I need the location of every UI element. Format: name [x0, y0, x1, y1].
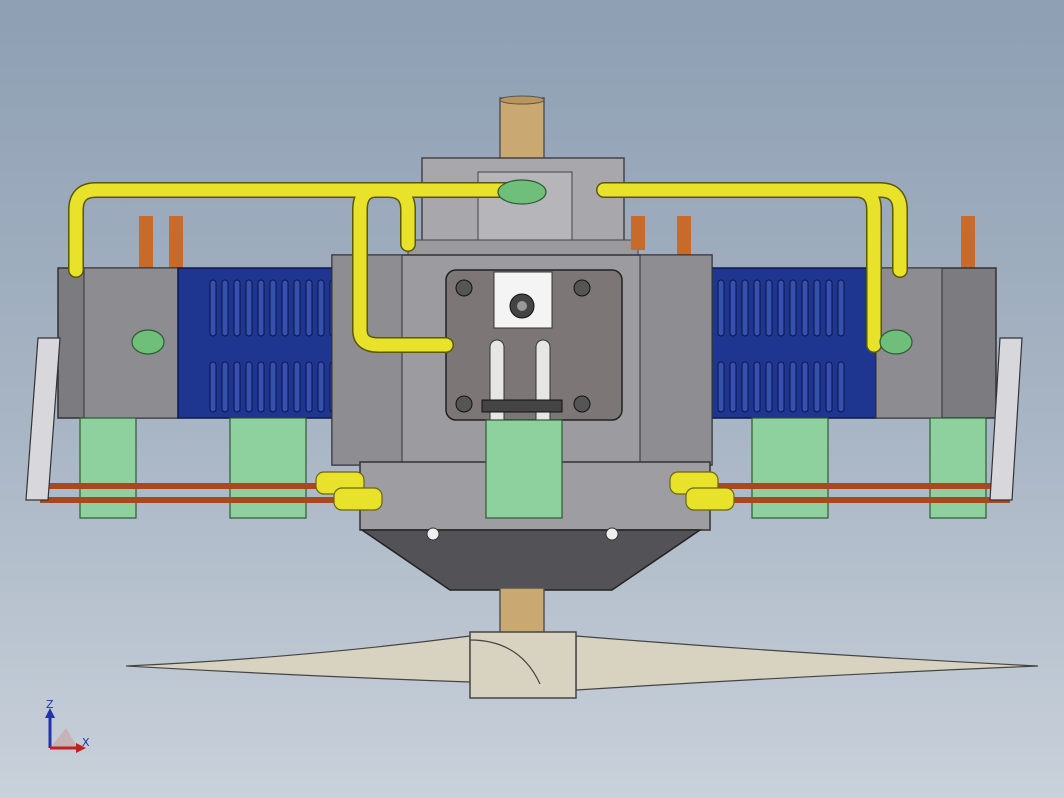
x-axis-label: X: [82, 736, 90, 749]
engine-model-3d[interactable]: [0, 0, 1064, 798]
cad-viewport[interactable]: Z X: [0, 0, 1064, 798]
axis-triad[interactable]: [45, 708, 86, 753]
z-axis-label: Z: [46, 698, 54, 711]
propeller-hub: [469, 631, 577, 699]
nose-cone: [359, 529, 703, 591]
propeller: [125, 631, 1039, 699]
output-shaft: [499, 587, 545, 637]
